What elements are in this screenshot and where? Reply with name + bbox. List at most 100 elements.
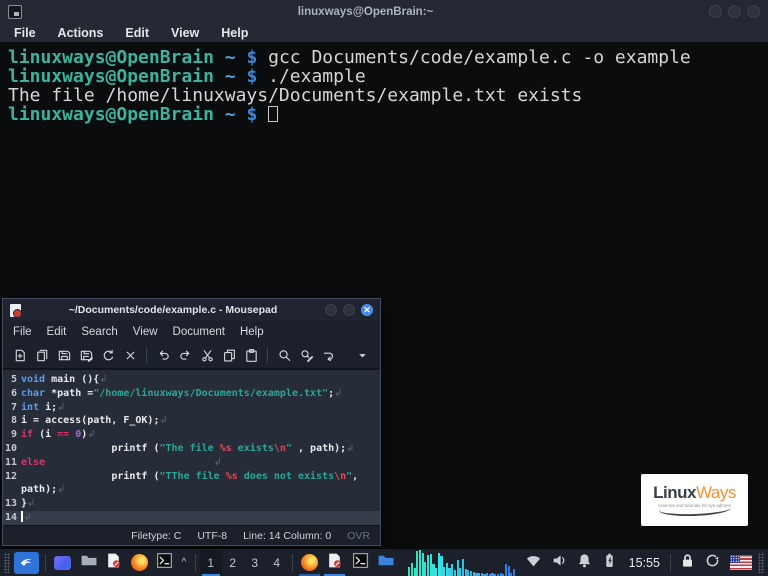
taskbar-window-terminal[interactable] xyxy=(347,550,372,576)
code-line[interactable]: 5 void main (){↲ xyxy=(3,373,380,387)
speaker-icon xyxy=(551,552,568,574)
redo-icon[interactable] xyxy=(174,344,196,366)
session-button[interactable] xyxy=(700,551,725,575)
network-tray-button[interactable] xyxy=(521,551,546,575)
mousepad-icon xyxy=(326,552,343,574)
open-document-icon[interactable] xyxy=(31,344,53,366)
panel-grip-right[interactable] xyxy=(758,552,764,573)
terminal-titlebar[interactable]: linuxways@OpenBrain:~ xyxy=(0,0,768,23)
menu-actions[interactable]: Actions xyxy=(58,26,104,40)
save-as-icon[interactable] xyxy=(75,344,97,366)
mousepad-app-icon xyxy=(10,303,22,318)
menu-view[interactable]: View xyxy=(133,326,158,338)
terminal-menubar: File Actions Edit View Help xyxy=(0,23,768,43)
cut-icon[interactable] xyxy=(196,344,218,366)
show-desktop-button[interactable] xyxy=(50,551,75,575)
taskbar-window-files[interactable] xyxy=(373,550,398,576)
status-cursor-position: Line: 14 Column: 0 xyxy=(243,529,332,542)
workspace-2[interactable]: 2 xyxy=(222,550,244,576)
taskbar-window-firefox[interactable] xyxy=(297,550,322,576)
taskbar-separator xyxy=(194,553,196,572)
launcher-expand-button[interactable]: ^ xyxy=(177,557,191,568)
kali-logo-icon xyxy=(18,552,35,574)
copy-icon[interactable] xyxy=(218,344,240,366)
terminal-close-button[interactable] xyxy=(747,5,760,18)
volume-tray-button[interactable] xyxy=(547,551,572,575)
mousepad-minimize-button[interactable] xyxy=(325,304,337,316)
file-manager-launcher[interactable] xyxy=(76,551,101,575)
go-to-icon[interactable] xyxy=(317,344,339,366)
new-document-icon[interactable] xyxy=(9,344,31,366)
code-line[interactable]: 8 i = access(path, F_OK);↲ xyxy=(3,414,380,428)
terminal-output-area[interactable]: linuxways@OpenBrain ~ $ gcc Documents/co… xyxy=(0,43,768,129)
code-line-text: printf ("TThe file %s does not exists\n"… xyxy=(21,470,365,496)
taskbar-separator xyxy=(291,553,293,572)
code-editor-area[interactable]: 5 void main (){↲ 6 char *path ="/home/linux… xyxy=(3,369,380,525)
menu-edit[interactable]: Edit xyxy=(125,26,149,40)
battery-tray-button[interactable] xyxy=(597,551,622,575)
code-line[interactable]: 10 printf ("The file %s exists\n" , path… xyxy=(3,442,380,456)
linuxways-logo: LinuxWays How-tos and tutorials for sys … xyxy=(641,474,748,526)
code-line[interactable]: 7 int i;↲ xyxy=(3,401,380,415)
taskbar-window-mousepad[interactable] xyxy=(322,550,347,576)
code-line[interactable]: 6 char *path ="/home/linuxways/Documents/… xyxy=(3,387,380,401)
mousepad-maximize-button[interactable] xyxy=(343,304,355,316)
menu-view[interactable]: View xyxy=(171,26,199,40)
code-line[interactable]: 14 ↲ xyxy=(3,510,380,525)
menu-edit[interactable]: Edit xyxy=(47,326,67,338)
workspace-4[interactable]: 4 xyxy=(266,550,288,576)
taskbar-separator xyxy=(45,553,47,572)
line-number: 12 xyxy=(4,470,17,482)
lock-icon xyxy=(679,552,696,574)
terminal-minimize-button[interactable] xyxy=(709,5,722,18)
menu-help[interactable]: Help xyxy=(240,326,264,338)
menu-help[interactable]: Help xyxy=(221,26,248,40)
panel-grip-left[interactable] xyxy=(4,552,10,573)
save-icon[interactable] xyxy=(53,344,75,366)
toolbar-more-icon[interactable] xyxy=(352,344,374,366)
menu-document[interactable]: Document xyxy=(173,326,225,338)
bell-icon xyxy=(576,552,593,574)
line-number: 8 xyxy=(10,415,17,427)
wifi-icon xyxy=(525,552,542,574)
terminal-line: The file /home/linuxways/Documents/examp… xyxy=(8,85,583,106)
terminal-maximize-button[interactable] xyxy=(728,5,741,18)
mousepad-toolbar xyxy=(3,342,380,369)
menu-search[interactable]: Search xyxy=(81,326,117,338)
lock-screen-button[interactable] xyxy=(675,551,700,575)
mousepad-close-button[interactable]: ✕ xyxy=(361,304,373,316)
line-number: 11 xyxy=(4,456,17,468)
keyboard-layout-us-flag[interactable] xyxy=(729,555,753,570)
reload-icon[interactable] xyxy=(97,344,119,366)
find-replace-icon[interactable] xyxy=(295,344,317,366)
code-line[interactable]: 11 else ↲ xyxy=(3,456,380,470)
find-icon[interactable] xyxy=(273,344,295,366)
logout-icon xyxy=(704,552,721,574)
code-line[interactable]: 9 if (i == 0)↲ xyxy=(3,428,380,442)
text-editor-launcher[interactable] xyxy=(101,551,126,575)
status-overwrite-mode[interactable]: OVR xyxy=(347,530,370,542)
code-line[interactable]: 12 printf ("TThe file %s does not exists… xyxy=(3,470,380,498)
app-menu-button[interactable] xyxy=(13,551,40,574)
menu-file[interactable]: File xyxy=(13,326,32,338)
mousepad-titlebar[interactable]: ~/Documents/code/example.c - Mousepad ✕ xyxy=(3,299,380,321)
terminal-launcher[interactable] xyxy=(152,551,177,575)
paste-icon[interactable] xyxy=(240,344,262,366)
terminal-app-icon xyxy=(8,4,22,19)
mousepad-statusbar: Filetype: C UTF-8 Line: 14 Column: 0 OVR xyxy=(3,525,380,545)
clock[interactable]: 15:55 xyxy=(629,556,660,570)
firefox-launcher[interactable] xyxy=(126,551,151,575)
mousepad-window: ~/Documents/code/example.c - Mousepad ✕ … xyxy=(2,298,381,546)
close-file-icon[interactable] xyxy=(119,344,141,366)
line-number: 7 xyxy=(10,401,17,413)
menu-file[interactable]: File xyxy=(14,26,36,40)
code-line[interactable]: 13}↲ xyxy=(3,497,380,511)
workspace-3[interactable]: 3 xyxy=(244,550,266,576)
workspace-1[interactable]: 1 xyxy=(199,549,222,576)
line-number: 10 xyxy=(4,442,17,454)
undo-icon[interactable] xyxy=(152,344,174,366)
line-number: 14 xyxy=(4,511,17,523)
terminal-window-title: linuxways@OpenBrain:~ xyxy=(297,5,434,18)
notifications-tray-button[interactable] xyxy=(572,551,597,575)
line-number: 5 xyxy=(10,374,17,385)
